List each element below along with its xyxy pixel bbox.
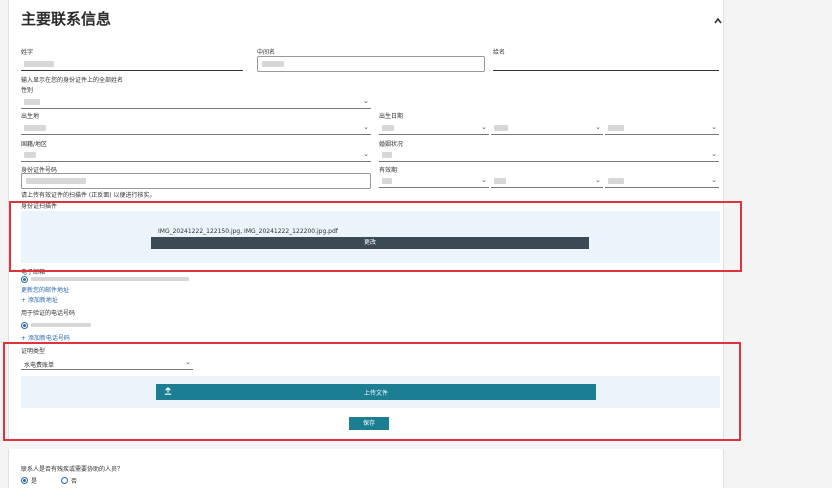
phone-value xyxy=(31,323,91,327)
surname-input[interactable] xyxy=(21,56,243,71)
upload-hint: 请上传有效证件的扫描件 (正反面) 以便进行核实。 xyxy=(21,192,156,199)
phone-label: 用于验证的电话号码 xyxy=(21,310,76,317)
highlight-box-id-upload xyxy=(9,201,742,272)
expiry-year-select[interactable]: ⌄ xyxy=(605,173,719,188)
given-name-input[interactable] xyxy=(493,56,719,71)
update-email-link[interactable]: 更新您的邮件地址 xyxy=(21,285,69,294)
add-address-link[interactable]: + 添加新地址 xyxy=(21,295,58,304)
name-hint: 输入显示在您的身份证件上的全部姓名 xyxy=(21,77,124,84)
email-value xyxy=(31,277,189,281)
id-number-input[interactable] xyxy=(21,173,371,189)
birth-day-select[interactable]: ⌄ xyxy=(379,120,489,135)
add-phone-link[interactable]: + 添加新电话号码 xyxy=(21,333,70,342)
birthplace-label: 出生地 xyxy=(21,113,40,120)
question-card: 联系人是否有残疾或需要协助的人员？ 是 否 xyxy=(8,449,724,488)
birthdate-label: 出生日期 xyxy=(379,113,404,120)
middle-name-label: 中间名 xyxy=(257,49,276,56)
gender-select[interactable]: ⌄ xyxy=(21,94,371,109)
phone-radio[interactable] xyxy=(21,322,28,329)
email-radio[interactable] xyxy=(21,276,28,283)
yes-label: 是 xyxy=(31,478,38,485)
birth-month-select[interactable]: ⌄ xyxy=(491,120,603,135)
no-radio[interactable] xyxy=(61,477,68,484)
highlight-box-proof-upload xyxy=(3,342,741,441)
birthplace-select[interactable]: ⌄ xyxy=(21,120,371,135)
nationality-select[interactable]: ⌄ xyxy=(21,147,371,162)
expiry-day-select[interactable]: ⌄ xyxy=(379,173,489,188)
section-title: 主要联系信息 xyxy=(21,10,112,28)
no-label: 否 xyxy=(71,478,78,485)
surname-label: 姓字 xyxy=(21,49,34,56)
disability-question: 联系人是否有残疾或需要协助的人员？ xyxy=(21,466,124,473)
middle-name-input[interactable] xyxy=(257,56,485,72)
gender-label: 性别 xyxy=(21,87,34,94)
expiry-month-select[interactable]: ⌄ xyxy=(491,173,603,188)
yes-radio[interactable] xyxy=(21,477,28,484)
given-name-label: 给名 xyxy=(493,49,506,56)
collapse-chevron-up-icon[interactable] xyxy=(713,16,723,26)
marital-status-select[interactable]: ⌄ xyxy=(379,147,719,162)
birth-year-select[interactable]: ⌄ xyxy=(605,120,719,135)
